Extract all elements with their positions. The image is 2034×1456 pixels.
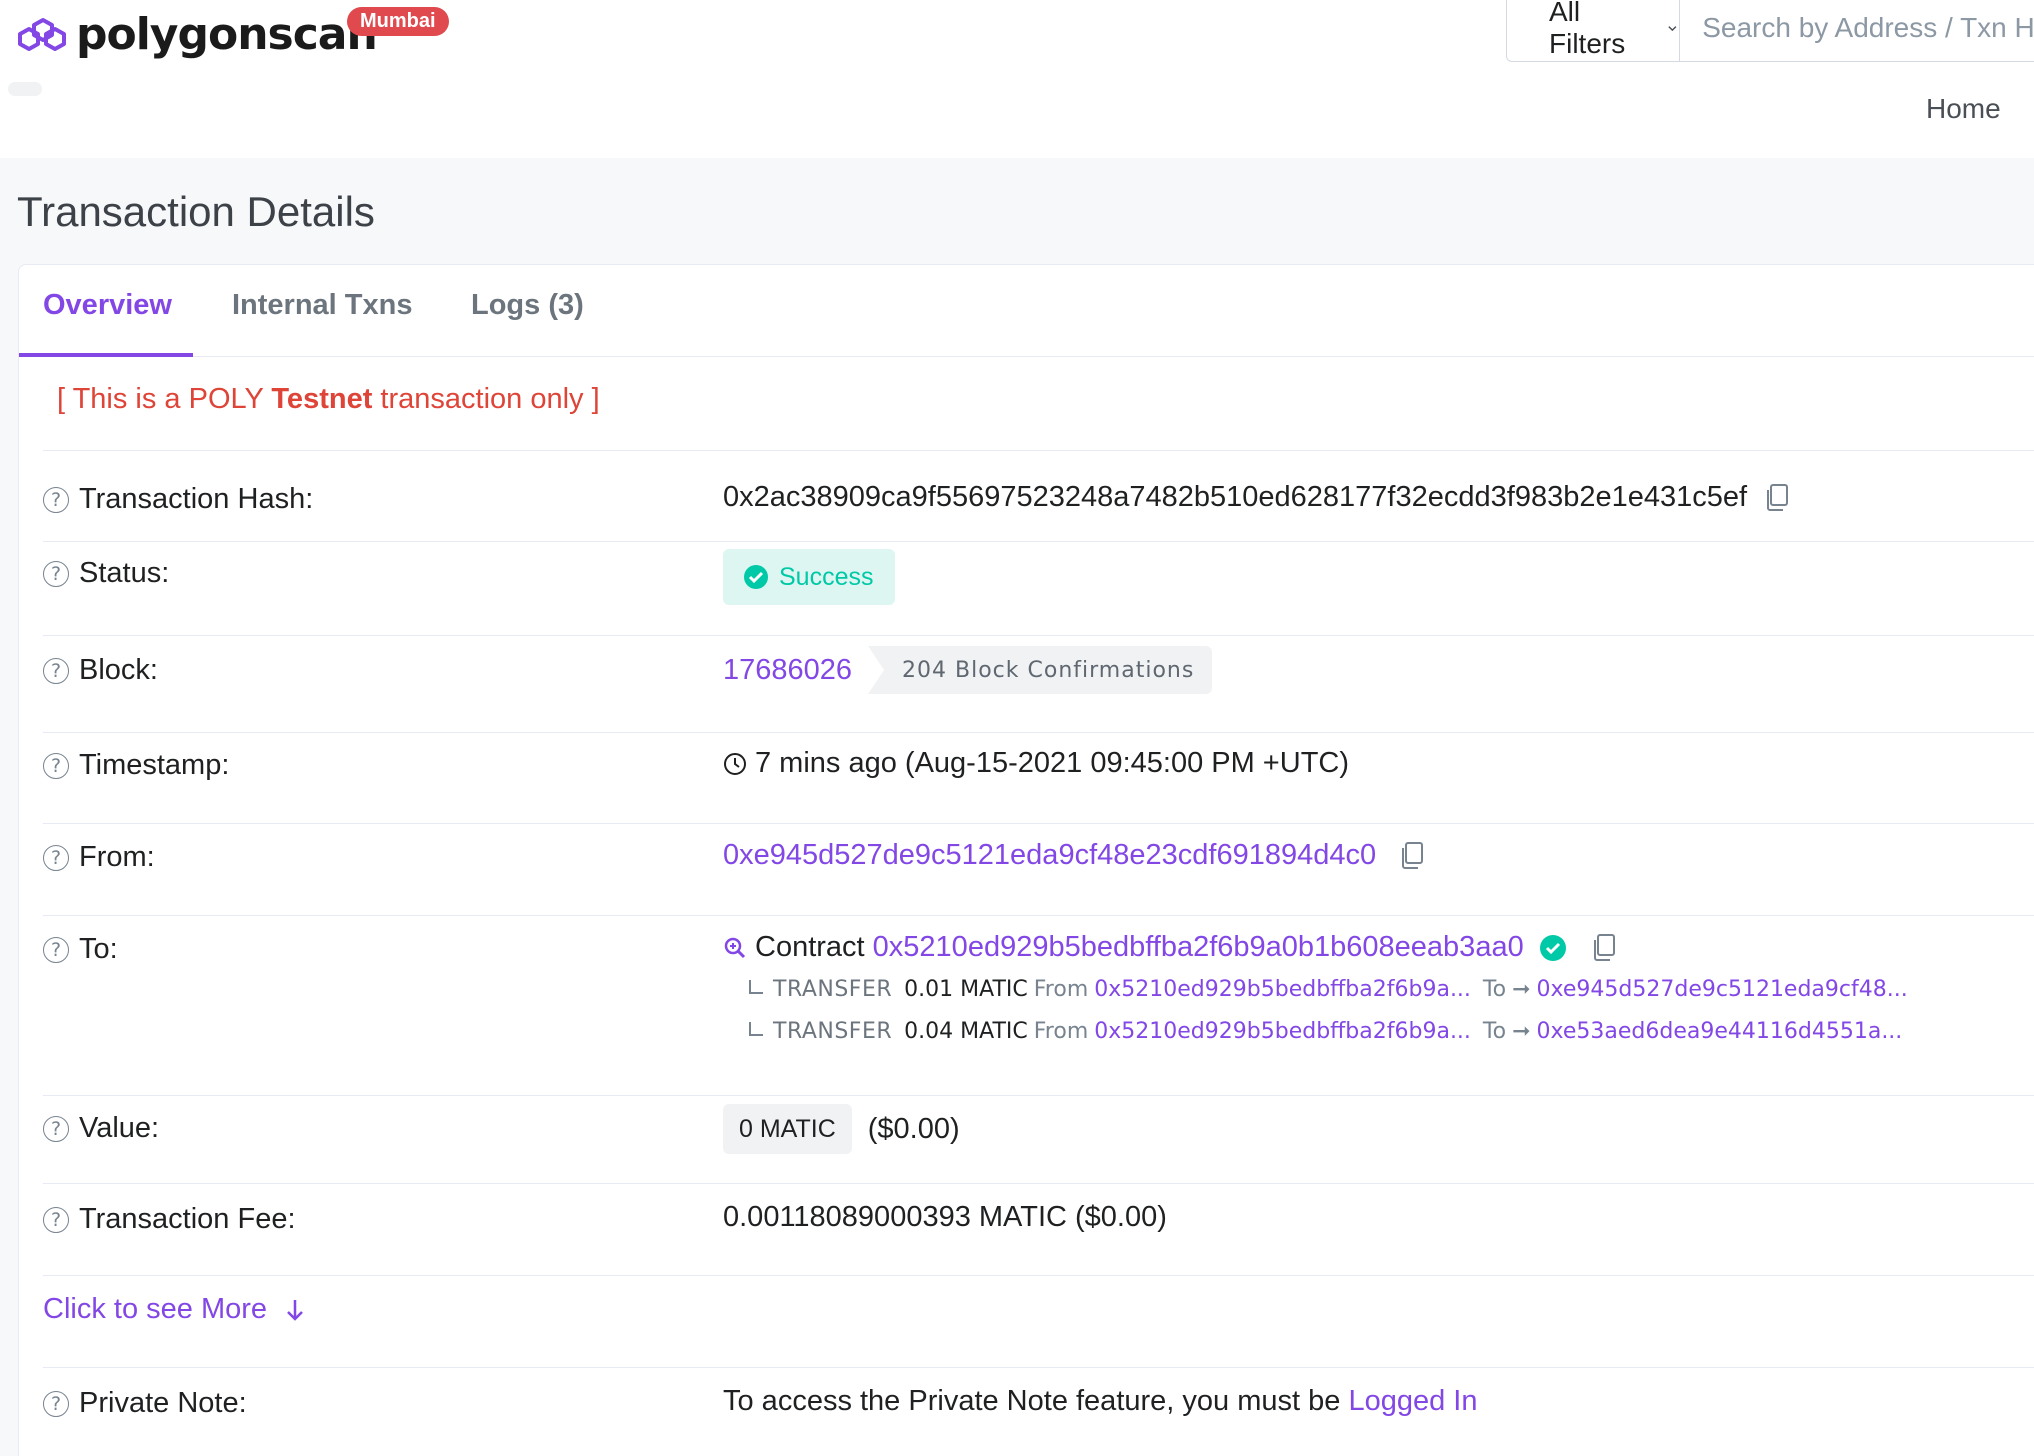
transfer-row: TRANSFER 0.04 MATIC From 0x5210ed929b5be… — [749, 1019, 1902, 1044]
filter-label: All Filters — [1549, 0, 1626, 59]
contract-search-icon — [724, 937, 746, 958]
timestamp-label: ? Timestamp: — [43, 749, 229, 782]
divider — [43, 732, 2034, 733]
page-title: Transaction Details — [17, 188, 375, 235]
timestamp-value: 7 mins ago (Aug-15-2021 09:45:00 PM +UTC… — [723, 747, 1349, 780]
see-more-link[interactable]: Click to see More — [43, 1293, 307, 1326]
transfer-row: TRANSFER 0.01 MATIC From 0x5210ed929b5be… — [749, 977, 1908, 1002]
login-link[interactable]: Logged In — [1348, 1385, 1477, 1418]
divider — [43, 635, 2034, 636]
search-filter-dropdown[interactable]: All Filters — [1507, 0, 1681, 61]
arrow-right-icon: ➞ — [1512, 977, 1531, 1002]
tx-hash-value: 0x2ac38909ca9f55697523248a7482b510ed6281… — [723, 481, 1791, 514]
polygon-logo-icon — [18, 18, 66, 51]
chevron-down-icon — [1668, 26, 1677, 32]
help-icon[interactable]: ? — [43, 1115, 69, 1142]
private-note-label: ? Private Note: — [43, 1387, 247, 1420]
to-value: Contract 0x5210ed929b5bedbffba2f6b9a0b1b… — [723, 931, 1618, 964]
active-tab-indicator — [19, 353, 193, 357]
divider — [43, 1275, 2034, 1276]
divider — [43, 1367, 2034, 1368]
confirmations-badge: 204 Block Confirmations — [868, 646, 1213, 694]
check-circle-icon — [744, 565, 768, 589]
divider — [43, 1095, 2034, 1096]
branch-icon — [749, 979, 763, 994]
arrow-right-icon: ➞ — [1512, 1019, 1531, 1044]
network-badge: Mumbai — [347, 7, 449, 36]
block-number-link[interactable]: 17686026 — [723, 654, 852, 687]
transfer-to-link[interactable]: 0xe53aed6dea9e44116d4551a... — [1537, 1019, 1903, 1044]
divider — [43, 541, 2034, 542]
help-icon[interactable]: ? — [43, 1390, 69, 1417]
block-value: 17686026 204 Block Confirmations — [723, 646, 1213, 694]
value-value: 0 MATIC ($0.00) — [723, 1104, 960, 1154]
from-label: ? From: — [43, 841, 155, 874]
copy-icon[interactable] — [1763, 483, 1791, 513]
value-usd: ($0.00) — [867, 1112, 960, 1145]
copy-icon[interactable] — [1590, 933, 1618, 963]
tab-overview[interactable]: Overview — [43, 289, 172, 322]
site-logo[interactable]: polygonscan — [16, 8, 378, 60]
transfer-from-link[interactable]: 0x5210ed929b5bedbffba2f6b9a... — [1094, 977, 1471, 1002]
arrow-down-icon — [287, 1299, 303, 1321]
site-header: polygonscan Mumbai All Filters Home — [0, 0, 2034, 158]
from-value: 0xe945d527de9c5121eda9cf48e23cdf691894d4… — [723, 839, 1426, 872]
status-label: ? Status: — [43, 557, 169, 590]
transaction-card: Overview Internal Txns Logs (3) [ This i… — [18, 264, 2034, 1456]
verified-check-icon — [1539, 934, 1566, 961]
logo-text: polygonscan — [76, 8, 378, 60]
tx-hash-label: ? Transaction Hash: — [43, 483, 313, 516]
to-address-link[interactable]: 0x5210ed929b5bedbffba2f6b9a0b1b608eeab3a… — [873, 931, 1524, 964]
block-label: ? Block: — [43, 654, 158, 687]
transfer-to-link[interactable]: 0xe945d527de9c5121eda9cf48... — [1537, 977, 1908, 1002]
divider — [43, 1183, 2034, 1184]
help-icon[interactable]: ? — [43, 486, 69, 513]
from-address-link[interactable]: 0xe945d527de9c5121eda9cf48e23cdf691894d4… — [723, 839, 1376, 872]
fee-label: ? Transaction Fee: — [43, 1203, 296, 1236]
help-icon[interactable]: ? — [43, 560, 69, 587]
status-badge: Success — [723, 549, 896, 605]
testnet-notice: [ This is a POLY Testnet transaction onl… — [57, 383, 600, 415]
help-icon[interactable]: ? — [43, 844, 69, 871]
private-note-value: To access the Private Note feature, you … — [723, 1385, 1478, 1418]
page-body: Transaction Details Overview Internal Tx… — [0, 158, 2034, 1456]
divider — [43, 450, 2034, 451]
to-label: ? To: — [43, 933, 118, 966]
placeholder-pill — [8, 82, 42, 96]
divider — [43, 823, 2034, 824]
divider — [43, 915, 2034, 916]
tab-bar: Overview Internal Txns Logs (3) — [19, 265, 2034, 357]
tab-internal-txns[interactable]: Internal Txns — [232, 289, 413, 322]
transfer-from-link[interactable]: 0x5210ed929b5bedbffba2f6b9a... — [1094, 1019, 1471, 1044]
transfer-amount: 0.04 MATIC — [904, 1019, 1028, 1044]
tab-logs[interactable]: Logs (3) — [471, 289, 584, 322]
branch-icon — [749, 1021, 763, 1036]
help-icon[interactable]: ? — [43, 1206, 69, 1233]
help-icon[interactable]: ? — [43, 657, 69, 684]
help-icon[interactable]: ? — [43, 752, 69, 779]
search-bar: All Filters — [1506, 0, 2034, 62]
transfer-amount: 0.01 MATIC — [904, 977, 1028, 1002]
fee-value: 0.00118089000393 MATIC ($0.00) — [723, 1201, 1167, 1233]
value-label: ? Value: — [43, 1112, 159, 1145]
search-input[interactable] — [1680, 0, 2034, 61]
nav-home-link[interactable]: Home — [1926, 93, 2001, 125]
tx-hash: 0x2ac38909ca9f55697523248a7482b510ed6281… — [723, 481, 1748, 513]
clock-icon — [724, 752, 746, 775]
help-icon[interactable]: ? — [43, 936, 69, 963]
value-badge: 0 MATIC — [723, 1104, 852, 1154]
copy-icon[interactable] — [1398, 841, 1426, 871]
contract-word: Contract — [755, 931, 865, 963]
testnet-word: Testnet — [271, 383, 373, 415]
status-value: Success — [723, 549, 896, 605]
